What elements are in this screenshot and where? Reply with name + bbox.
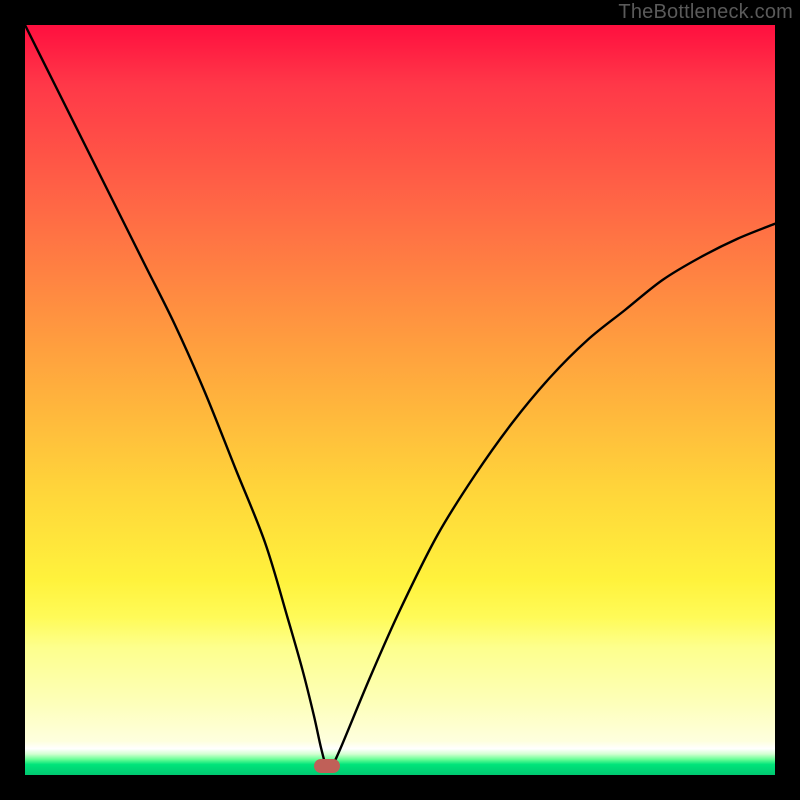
plot-area xyxy=(25,25,775,775)
minimum-marker xyxy=(314,759,340,773)
watermark-text: TheBottleneck.com xyxy=(618,1,793,24)
bottleneck-curve xyxy=(25,25,775,775)
chart-frame: TheBottleneck.com xyxy=(0,0,800,800)
